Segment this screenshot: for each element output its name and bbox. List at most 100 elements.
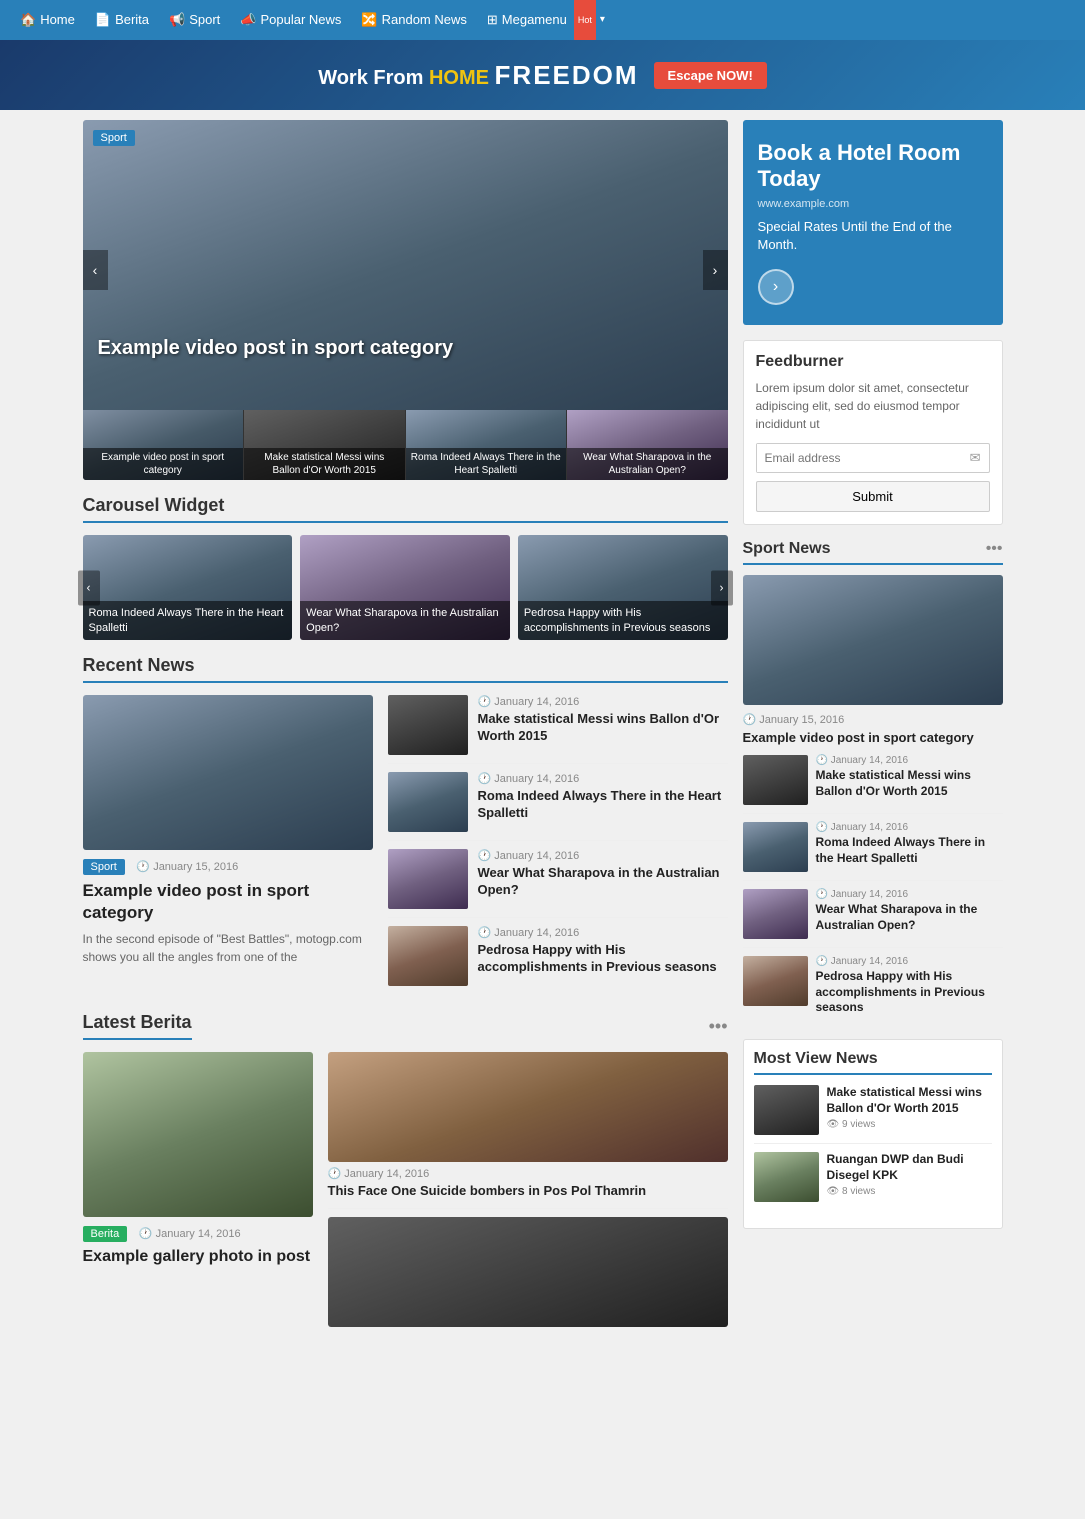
latest-main-image (83, 1052, 313, 1217)
latest-main-title[interactable]: Example gallery photo in post (83, 1247, 313, 1268)
sport-list-title-0[interactable]: Make statistical Messi wins Ballon d'Or … (816, 768, 1003, 799)
escape-now-button[interactable]: Escape NOW! (654, 62, 767, 89)
sport-list-title-2[interactable]: Wear What Sharapova in the Australian Op… (816, 902, 1003, 933)
carousel-item-0[interactable]: Roma Indeed Always There in the Heart Sp… (83, 535, 293, 640)
latest-side-image-0 (328, 1052, 728, 1162)
sport-news-main-date: 🕐 January 15, 2016 (743, 713, 1003, 726)
nav-home[interactable]: 🏠 Home (10, 0, 85, 40)
recent-main-badge: Sport (83, 859, 125, 875)
recent-main-date: 🕐 January 15, 2016 (136, 860, 238, 873)
hero-thumb-3[interactable]: Wear What Sharapova in the Australian Op… (567, 410, 728, 480)
hero-next-button[interactable]: › (703, 250, 728, 290)
chevron-down-icon: ▾ (600, 0, 605, 40)
sidebar-ad: Book a Hotel Room Today www.example.com … (743, 120, 1003, 325)
sport-list-thumb-0 (743, 755, 808, 805)
hero-thumbnails: Example video post in sport category Mak… (83, 410, 728, 480)
most-view-article-title-0[interactable]: Make statistical Messi wins Ballon d'Or … (827, 1085, 992, 1116)
latest-side-item-0: 🕐 January 14, 2016 This Face One Suicide… (328, 1052, 728, 1209)
nav-sport[interactable]: 📢 Sport (159, 0, 230, 40)
latest-side-item-1 (328, 1217, 728, 1340)
most-view-title: Most View News (754, 1050, 992, 1075)
sidebar-ad-title: Book a Hotel Room Today (758, 140, 988, 193)
most-view-thumb-0 (754, 1085, 819, 1135)
recent-list-thumb-3 (388, 926, 468, 986)
recent-main-excerpt: In the second episode of "Best Battles",… (83, 930, 373, 966)
most-view-section: Most View News Make statistical Messi wi… (743, 1039, 1003, 1229)
latest-main-badge: Berita (83, 1226, 128, 1242)
recent-news-title: Recent News (83, 655, 728, 683)
recent-list-thumb-0 (388, 695, 468, 755)
recent-list-title-3[interactable]: Pedrosa Happy with His accomplishments i… (478, 942, 728, 976)
sport-list-title-3[interactable]: Pedrosa Happy with His accomplishments i… (816, 969, 1003, 1016)
top-banner: Work From HOME FREEDOM Escape NOW! (0, 40, 1085, 110)
sidebar-ad-button[interactable]: › (758, 269, 794, 305)
most-view-thumb-1 (754, 1152, 819, 1202)
nav-berita[interactable]: 📄 Berita (85, 0, 159, 40)
feedburner-submit-button[interactable]: Submit (756, 481, 990, 512)
most-view-item-0: Make statistical Messi wins Ballon d'Or … (754, 1085, 992, 1144)
navbar: 🏠 Home 📄 Berita 📢 Sport 📣 Popular News 🔀… (0, 0, 1085, 40)
feedburner-title: Feedburner (756, 353, 990, 371)
sidebar: Book a Hotel Room Today www.example.com … (743, 120, 1003, 1340)
nav-popular-news[interactable]: 📣 Popular News (230, 0, 351, 40)
sport-list-item-1: 🕐 January 14, 2016 Roma Indeed Always Th… (743, 822, 1003, 881)
carousel-title: Carousel Widget (83, 495, 728, 523)
recent-list-title-1[interactable]: Roma Indeed Always There in the Heart Sp… (478, 788, 728, 822)
latest-berita-menu[interactable]: ••• (709, 1016, 728, 1037)
sport-list-item-2: 🕐 January 14, 2016 Wear What Sharapova i… (743, 889, 1003, 948)
recent-list: 🕐 January 14, 2016 Make statistical Mess… (388, 695, 728, 994)
carousel-item-1[interactable]: Wear What Sharapova in the Australian Op… (300, 535, 510, 640)
recent-list-title-0[interactable]: Make statistical Messi wins Ballon d'Or … (478, 711, 728, 745)
latest-side-title-0[interactable]: This Face One Suicide bombers in Pos Pol… (328, 1183, 728, 1200)
recent-list-thumb-1 (388, 772, 468, 832)
recent-list-item-2: 🕐 January 14, 2016 Wear What Sharapova i… (388, 849, 728, 918)
sport-news-main-image (743, 575, 1003, 705)
nav-megamenu[interactable]: ⊞ Megamenu Hot ▾ (477, 0, 615, 40)
sport-list-thumb-3 (743, 956, 808, 1006)
feedburner-desc: Lorem ipsum dolor sit amet, consectetur … (756, 379, 990, 433)
sport-list-thumb-1 (743, 822, 808, 872)
latest-berita-title: Latest Berita (83, 1012, 192, 1040)
recent-main-article-title[interactable]: Example video post in sport category (83, 880, 373, 924)
carousel-widget-section: Carousel Widget ‹ Roma Indeed Always The… (83, 495, 728, 640)
hero-prev-button[interactable]: ‹ (83, 250, 108, 290)
most-view-article-title-1[interactable]: Ruangan DWP dan Budi Disegel KPK (827, 1152, 992, 1183)
sport-news-widget: Sport News ••• 🕐 January 15, 2016 Exampl… (743, 540, 1003, 1024)
carousel-next-button[interactable]: › (711, 570, 733, 605)
sidebar-ad-desc: Special Rates Until the End of the Month… (758, 218, 988, 254)
hero-title: Example video post in sport category (98, 337, 713, 360)
latest-berita-header: Latest Berita ••• (83, 1012, 728, 1040)
hero-thumb-2[interactable]: Roma Indeed Always There in the Heart Sp… (406, 410, 568, 480)
sport-news-main-title[interactable]: Example video post in sport category (743, 730, 1003, 745)
sport-list-title-1[interactable]: Roma Indeed Always There in the Heart Sp… (816, 835, 1003, 866)
sport-list-item-3: 🕐 January 14, 2016 Pedrosa Happy with Hi… (743, 956, 1003, 1024)
latest-main-article: Berita 🕐 January 14, 2016 Example galler… (83, 1052, 313, 1340)
sport-news-title: Sport News (743, 540, 831, 558)
recent-list-item-0: 🕐 January 14, 2016 Make statistical Mess… (388, 695, 728, 764)
email-icon: ✉ (962, 444, 989, 472)
recent-list-item-1: 🕐 January 14, 2016 Roma Indeed Always Th… (388, 772, 728, 841)
hero-thumb-0[interactable]: Example video post in sport category (83, 410, 245, 480)
latest-side-image-1 (328, 1217, 728, 1327)
nav-random-news[interactable]: 🔀 Random News (351, 0, 476, 40)
latest-berita-section: Latest Berita ••• Berita 🕐 January 14, 2… (83, 1012, 728, 1340)
hero-slider: Sport Example video post in sport catego… (83, 120, 728, 480)
carousel-track: Roma Indeed Always There in the Heart Sp… (83, 535, 728, 640)
recent-list-title-2[interactable]: Wear What Sharapova in the Australian Op… (478, 865, 728, 899)
recent-news-section: Recent News Sport 🕐 January 15, 2016 Exa… (83, 655, 728, 994)
latest-side-list: 🕐 January 14, 2016 This Face One Suicide… (328, 1052, 728, 1340)
recent-main-image (83, 695, 373, 850)
sport-news-menu[interactable]: ••• (986, 540, 1003, 558)
carousel-prev-button[interactable]: ‹ (78, 570, 100, 605)
recent-list-thumb-2 (388, 849, 468, 909)
most-view-count-0: 👁 9 views (827, 1119, 992, 1130)
sport-news-header: Sport News ••• (743, 540, 1003, 565)
sport-list-thumb-2 (743, 889, 808, 939)
hero-thumb-1[interactable]: Make statistical Messi wins Ballon d'Or … (244, 410, 406, 480)
latest-berita-grid: Berita 🕐 January 14, 2016 Example galler… (83, 1052, 728, 1340)
feedburner-email-input[interactable] (757, 444, 962, 472)
feedburner-box: Feedburner Lorem ipsum dolor sit amet, c… (743, 340, 1003, 525)
carousel-item-2[interactable]: Pedrosa Happy with His accomplishments i… (518, 535, 728, 640)
recent-main-article: Sport 🕐 January 15, 2016 Example video p… (83, 695, 373, 994)
most-view-count-1: 👁 8 views (827, 1186, 992, 1197)
